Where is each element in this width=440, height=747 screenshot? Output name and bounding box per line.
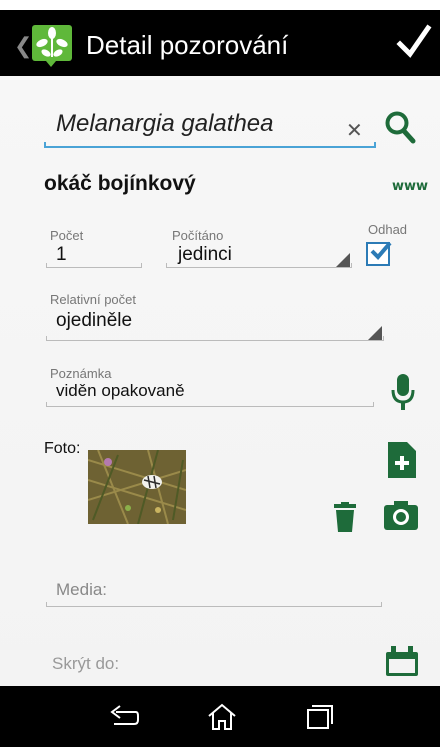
relative-count-underline (46, 336, 384, 341)
dropdown-arrow-icon[interactable] (368, 326, 382, 340)
photo-label: Foto: (44, 440, 81, 457)
count-label: Počet (50, 228, 84, 243)
common-name: okáč bojínkový (44, 172, 196, 195)
home-icon[interactable] (206, 702, 238, 732)
calendar-icon[interactable] (386, 646, 418, 676)
action-bar: ❮ Detail pozorování (0, 10, 440, 76)
counted-select[interactable]: jedinci (178, 244, 232, 266)
observation-photo[interactable] (88, 450, 186, 524)
www-link[interactable]: www (392, 179, 428, 194)
estimate-checkbox[interactable] (366, 241, 392, 266)
count-input[interactable]: 1 (56, 244, 67, 266)
file-add-icon[interactable] (388, 442, 416, 478)
relative-count-select[interactable]: ojediněle (56, 310, 132, 332)
recents-icon[interactable] (304, 702, 336, 732)
trash-icon[interactable] (334, 502, 356, 532)
close-icon[interactable]: ✕ (346, 118, 363, 142)
search-icon[interactable] (384, 110, 416, 144)
count-underline (46, 263, 142, 268)
status-bar (0, 0, 440, 10)
relative-count-label: Relativní počet (50, 292, 136, 307)
estimate-label: Odhad (368, 222, 408, 237)
counted-underline (166, 263, 352, 268)
check-icon[interactable] (396, 22, 432, 62)
counted-label: Počítáno (172, 228, 224, 243)
camera-icon[interactable] (384, 500, 418, 530)
species-input[interactable]: Melanargia galathea (56, 110, 274, 138)
media-underline (46, 602, 382, 607)
note-input[interactable]: viděn opakovaně (56, 381, 185, 401)
back-arrow-icon[interactable] (108, 702, 140, 732)
species-input-underline (44, 142, 376, 148)
dropdown-arrow-icon[interactable] (336, 253, 350, 267)
page-title: Detail pozorování (86, 30, 289, 60)
checkmark-icon (370, 241, 392, 260)
note-underline (46, 402, 374, 407)
navigation-bar (0, 686, 440, 747)
media-input[interactable]: Media: (56, 580, 107, 600)
hide-until-label: Skrýt do: (52, 654, 120, 673)
observation-form: Melanargia galathea ✕ okáč bojínkový www… (0, 76, 440, 686)
leaf-app-icon[interactable] (30, 23, 74, 67)
microphone-icon[interactable] (390, 372, 416, 412)
note-label: Poznámka (50, 366, 112, 381)
